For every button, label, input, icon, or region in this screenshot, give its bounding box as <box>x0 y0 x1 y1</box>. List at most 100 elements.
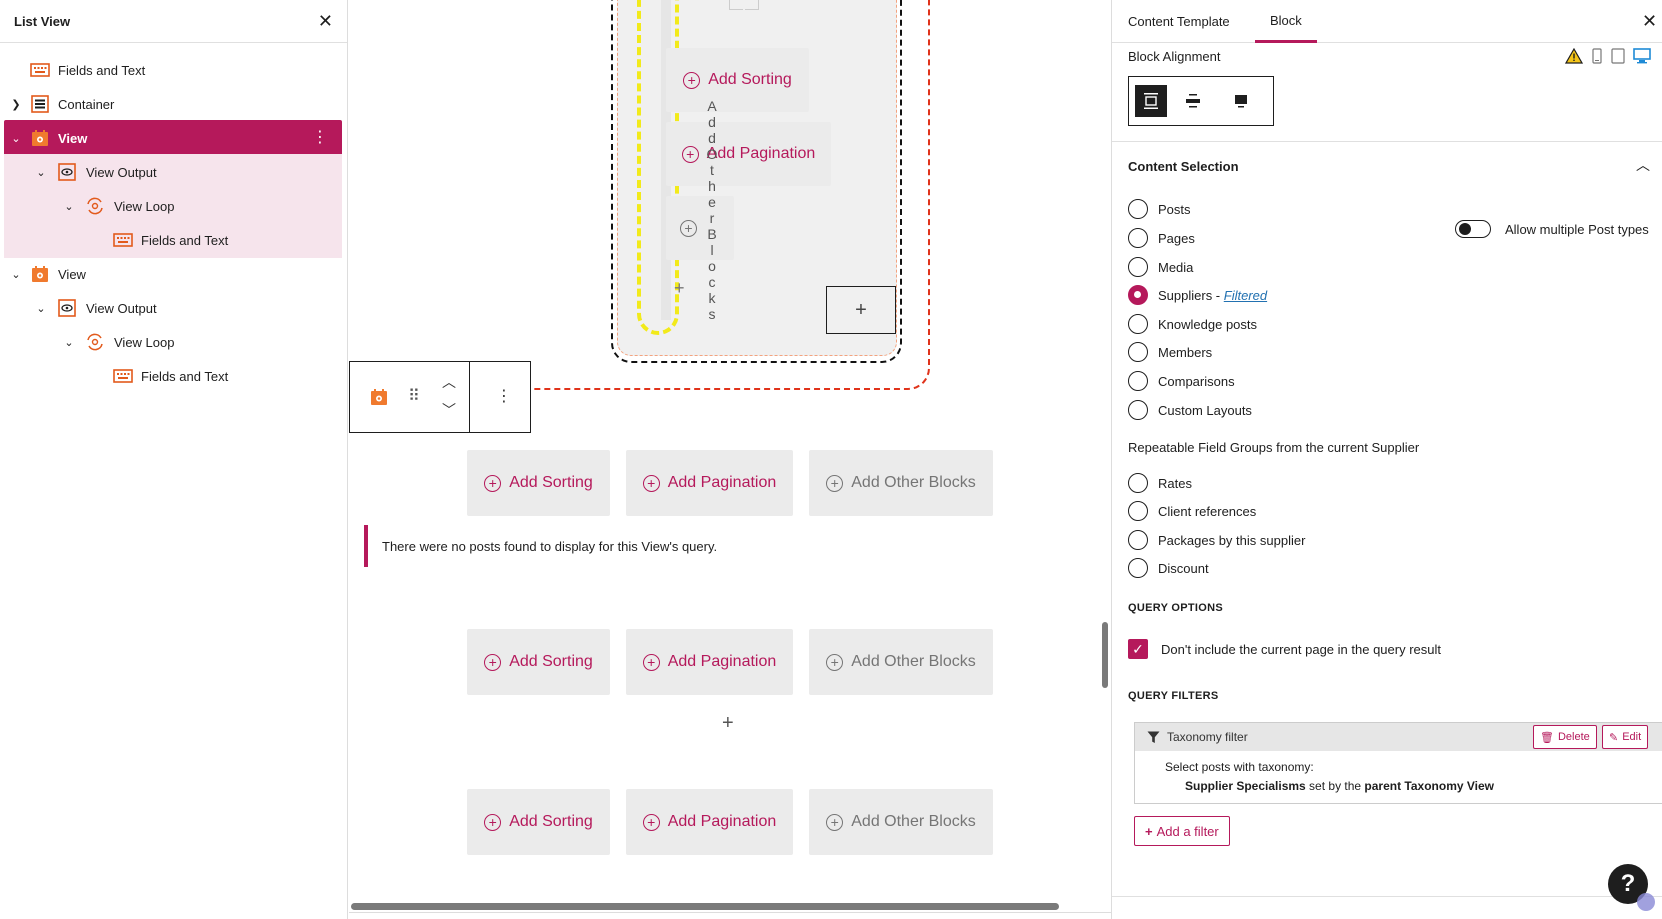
add-other-blocks-button[interactable]: + Add Other Blocks <box>809 450 993 516</box>
add-other-blocks-button[interactable]: + Add Other Blocks <box>809 789 993 855</box>
radio-button[interactable] <box>1128 342 1148 362</box>
list-item-label: View <box>58 266 86 282</box>
more-options-icon[interactable]: ⋮ <box>496 386 512 406</box>
add-sorting-button[interactable]: + Add Sorting <box>467 789 610 855</box>
filter-title: Taxonomy filter <box>1167 730 1248 744</box>
list-item-view-output[interactable]: ⌄ View Output <box>4 154 342 190</box>
list-item-label: View <box>58 130 88 146</box>
add-sorting-button-inner[interactable]: + Add Sorting <box>666 48 809 112</box>
align-center-button[interactable] <box>1171 85 1215 117</box>
edit-filter-button[interactable]: ✎ Edit <box>1602 725 1649 749</box>
radio-label: Discount <box>1158 560 1209 576</box>
desktop-icon[interactable] <box>1633 48 1651 64</box>
radio-button[interactable] <box>1128 314 1148 334</box>
list-item-fields-and-text[interactable]: Fields and Text <box>4 222 342 258</box>
allow-multiple-label: Allow multiple Post types <box>1505 222 1649 237</box>
add-pagination-button[interactable]: + Add Pagination <box>626 789 793 855</box>
radio-rates[interactable]: Rates <box>1128 473 1192 493</box>
tablet-icon[interactable] <box>1611 48 1625 64</box>
move-down-icon[interactable]: ﹀ <box>442 400 456 420</box>
add-sorting-button[interactable]: + Add Sorting <box>467 450 610 516</box>
more-options-icon[interactable]: ⋮ <box>312 130 328 146</box>
drag-handle-icon[interactable]: ⠿ <box>408 386 420 406</box>
radio-client-references[interactable]: Client references <box>1128 501 1256 521</box>
radio-button[interactable] <box>1128 473 1148 493</box>
radio-button[interactable] <box>1128 558 1148 578</box>
radio-button[interactable] <box>1128 199 1148 219</box>
list-item-view-selected[interactable]: ⌄ View ⋮ <box>4 120 342 156</box>
list-item-view-loop[interactable]: ⌄ View Loop <box>4 324 342 360</box>
radio-button-checked[interactable] <box>1128 285 1148 305</box>
radio-label: Media <box>1158 259 1194 275</box>
radio-button[interactable] <box>1128 501 1148 521</box>
close-icon[interactable]: ✕ <box>1642 12 1657 30</box>
button-label: Add a filter <box>1156 823 1219 839</box>
chevron-down-icon[interactable]: ⌄ <box>9 267 23 281</box>
add-pagination-button[interactable]: + Add Pagination <box>626 629 793 695</box>
add-sorting-button[interactable]: + Add Sorting <box>467 629 610 695</box>
list-item-fields-and-text[interactable]: Fields and Text <box>4 358 342 394</box>
mobile-icon[interactable] <box>1591 48 1603 64</box>
radio-button[interactable] <box>1128 400 1148 420</box>
fields-text-icon <box>30 60 50 80</box>
filtered-link[interactable]: Filtered <box>1224 288 1267 303</box>
horizontal-scrollbar[interactable] <box>351 903 1059 910</box>
tab-content-template[interactable]: Content Template <box>1128 0 1230 43</box>
plus-icon[interactable]: + <box>674 278 685 299</box>
filter-source: parent Taxonomy View <box>1364 779 1495 793</box>
list-item-view-output[interactable]: ⌄ View Output <box>4 290 342 326</box>
radio-button[interactable] <box>1128 257 1148 277</box>
tab-block[interactable]: Block <box>1255 0 1317 43</box>
radio-custom-layouts[interactable]: Custom Layouts <box>1128 400 1252 420</box>
list-item-view[interactable]: ⌄ View <box>4 256 342 292</box>
plus-icon[interactable]: + <box>722 712 734 735</box>
radio-pages[interactable]: Pages <box>1128 228 1195 248</box>
chevron-down-icon[interactable]: ⌄ <box>34 165 48 179</box>
corner-mark <box>729 0 743 10</box>
trash-icon: 🗑 <box>1540 731 1554 744</box>
radio-button[interactable] <box>1128 530 1148 550</box>
block-appender-button[interactable]: + <box>826 286 896 334</box>
dont-include-checkbox[interactable]: ✓ <box>1128 639 1148 659</box>
radio-members[interactable]: Members <box>1128 342 1212 362</box>
radio-discount[interactable]: Discount <box>1128 558 1209 578</box>
radio-packages[interactable]: Packages by this supplier <box>1128 530 1305 550</box>
radio-media[interactable]: Media <box>1128 257 1193 277</box>
settings-tabs: Content Template Block ✕ <box>1112 0 1662 43</box>
close-icon[interactable]: ✕ <box>318 12 333 30</box>
container-icon <box>30 94 50 114</box>
radio-comparisons[interactable]: Comparisons <box>1128 371 1235 391</box>
align-full-width-button[interactable] <box>1135 85 1167 117</box>
dont-include-label: Don't include the current page in the qu… <box>1161 642 1441 657</box>
align-wide-button[interactable] <box>1219 85 1263 117</box>
add-pagination-button[interactable]: + Add Pagination <box>626 450 793 516</box>
block-toolbar-group: ⠿ ︿ ﹀ <box>350 362 470 432</box>
add-other-blocks-button-inner[interactable]: + <box>666 196 734 260</box>
chevron-down-icon[interactable]: ⌄ <box>9 131 23 145</box>
radio-knowledge-posts[interactable]: Knowledge posts <box>1128 314 1257 334</box>
list-item-fields-and-text[interactable]: Fields and Text <box>4 52 342 88</box>
chevron-down-icon[interactable]: ⌄ <box>62 335 76 349</box>
allow-multiple-toggle[interactable] <box>1455 220 1491 238</box>
chevron-down-icon[interactable]: ⌄ <box>34 301 48 315</box>
list-item-container[interactable]: ❯ Container <box>4 86 342 122</box>
radio-posts[interactable]: Posts <box>1128 199 1191 219</box>
add-other-blocks-button[interactable]: + Add Other Blocks <box>809 629 993 695</box>
edit-icon: ✎ <box>1609 731 1619 744</box>
view-icon[interactable] <box>370 388 388 411</box>
delete-filter-button[interactable]: 🗑 Delete <box>1533 725 1597 749</box>
radio-button[interactable] <box>1128 228 1148 248</box>
vertical-scrollbar[interactable] <box>1102 622 1108 688</box>
move-up-icon[interactable]: ︿ <box>442 372 456 392</box>
content-selection-heading[interactable]: Content Selection <box>1128 159 1239 174</box>
chevron-up-icon[interactable]: ︿ <box>1636 155 1650 175</box>
chevron-right-icon[interactable]: ❯ <box>9 97 23 111</box>
list-item-view-loop[interactable]: ⌄ View Loop <box>4 188 342 224</box>
warning-icon <box>1565 48 1583 64</box>
radio-button[interactable] <box>1128 371 1148 391</box>
add-pagination-button-inner[interactable]: + Add Pagination <box>666 122 831 186</box>
radio-suppliers[interactable]: Suppliers - Filtered <box>1128 285 1267 305</box>
add-filter-button[interactable]: + Add a filter <box>1134 816 1230 846</box>
rfg-label: Repeatable Field Groups from the current… <box>1128 440 1420 455</box>
chevron-down-icon[interactable]: ⌄ <box>62 199 76 213</box>
